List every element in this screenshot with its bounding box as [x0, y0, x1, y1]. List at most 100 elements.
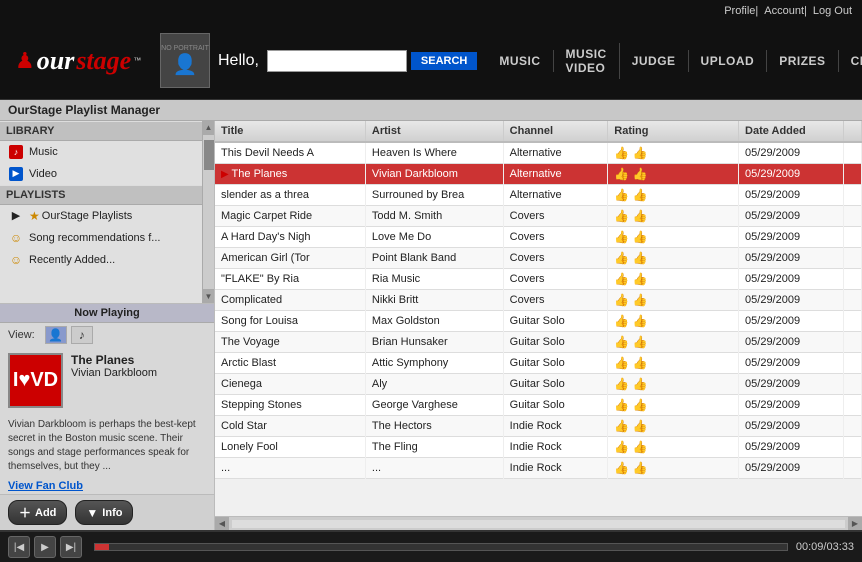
- info-button[interactable]: ▼ Info: [75, 500, 133, 525]
- cell-rating[interactable]: 👍 👍: [608, 352, 739, 373]
- logout-link[interactable]: Log Out: [813, 5, 852, 17]
- play-button[interactable]: ▶: [34, 536, 56, 558]
- now-playing-section: Now Playing View: 👤 ♪ I♥VD The Planes Vi…: [0, 303, 214, 494]
- cell-rating[interactable]: 👍 👍: [608, 373, 739, 394]
- next-button[interactable]: ▶|: [60, 536, 82, 558]
- horizontal-scrollbar[interactable]: ◀ ▶: [215, 516, 862, 530]
- cell-extra: [843, 247, 861, 268]
- col-header-channel[interactable]: Channel: [503, 121, 608, 142]
- rating-icons[interactable]: 👍 👍: [614, 167, 732, 181]
- ourstage-logo[interactable]: ♟ ourstage™: [10, 28, 140, 93]
- view-portrait-btn[interactable]: 👤: [45, 326, 67, 344]
- rating-icons[interactable]: 👍 👍: [614, 146, 732, 160]
- cell-artist: Todd M. Smith: [365, 205, 503, 226]
- sidebar-scrollbar[interactable]: ▲ ▼: [202, 121, 214, 303]
- table-row[interactable]: slender as a threa Surrouned by Brea Alt…: [215, 184, 862, 205]
- cell-date: 05/29/2009: [739, 331, 844, 352]
- cell-rating[interactable]: 👍 👍: [608, 394, 739, 415]
- table-row[interactable]: A Hard Day's Nigh Love Me Do Covers 👍 👍 …: [215, 226, 862, 247]
- rating-icons[interactable]: 👍 👍: [614, 335, 732, 349]
- cell-artist: Max Goldston: [365, 310, 503, 331]
- rating-icons[interactable]: 👍 👍: [614, 398, 732, 412]
- rating-icons[interactable]: 👍 👍: [614, 230, 732, 244]
- cell-rating[interactable]: 👍 👍: [608, 268, 739, 289]
- h-scroll-right[interactable]: ▶: [848, 517, 862, 531]
- cell-rating[interactable]: 👍 👍: [608, 415, 739, 436]
- sidebar-item-music[interactable]: ♪ Music: [0, 141, 202, 163]
- logo-stage: stage: [76, 46, 131, 76]
- table-row[interactable]: Lonely Fool The Fling Indie Rock 👍 👍 05/…: [215, 436, 862, 457]
- account-link[interactable]: Account: [764, 5, 804, 17]
- progress-bar[interactable]: [94, 543, 788, 551]
- table-row[interactable]: The Voyage Brian Hunsaker Guitar Solo 👍 …: [215, 331, 862, 352]
- sidebar-item-recently-added[interactable]: ☺ Recently Added...: [0, 249, 202, 271]
- rating-icons[interactable]: 👍 👍: [614, 188, 732, 202]
- sidebar-item-song-recommendations[interactable]: ☺ Song recommendations f...: [0, 227, 202, 249]
- rating-icons[interactable]: 👍 👍: [614, 272, 732, 286]
- cell-rating[interactable]: 👍 👍: [608, 289, 739, 310]
- sidebar-item-video[interactable]: ▶ Video: [0, 163, 202, 185]
- table-row[interactable]: American Girl (Tor Point Blank Band Cove…: [215, 247, 862, 268]
- h-scroll-left[interactable]: ◀: [215, 517, 229, 531]
- col-header-artist[interactable]: Artist: [365, 121, 503, 142]
- cell-rating[interactable]: 👍 👍: [608, 247, 739, 268]
- table-row[interactable]: ▶ The Planes Vivian Darkbloom Alternativ…: [215, 163, 862, 184]
- rating-icons[interactable]: 👍 👍: [614, 377, 732, 391]
- cell-title: ▶ The Planes: [215, 163, 365, 184]
- col-header-date[interactable]: Date Added: [739, 121, 844, 142]
- table-row[interactable]: Stepping Stones George Varghese Guitar S…: [215, 394, 862, 415]
- cell-extra: [843, 310, 861, 331]
- nav-judge[interactable]: JUDGE: [620, 50, 689, 72]
- sidebar-scroll[interactable]: LIBRARY ♪ Music ▶ Video PLAYLISTS: [0, 121, 202, 303]
- nav-charts[interactable]: CHARTS: [839, 50, 862, 72]
- cell-rating[interactable]: 👍 👍: [608, 142, 739, 164]
- table-row[interactable]: Arctic Blast Attic Symphony Guitar Solo …: [215, 352, 862, 373]
- cell-rating[interactable]: 👍 👍: [608, 226, 739, 247]
- rating-icons[interactable]: 👍 👍: [614, 356, 732, 370]
- rating-icons[interactable]: 👍 👍: [614, 419, 732, 433]
- table-row[interactable]: Cienega Aly Guitar Solo 👍 👍 05/29/2009: [215, 373, 862, 394]
- search-input[interactable]: [267, 50, 407, 72]
- cell-rating[interactable]: 👍 👍: [608, 205, 739, 226]
- cell-rating[interactable]: 👍 👍: [608, 163, 739, 184]
- h-scroll-track[interactable]: [232, 520, 845, 528]
- scroll-thumb[interactable]: [204, 140, 214, 170]
- table-row[interactable]: Song for Louisa Max Goldston Guitar Solo…: [215, 310, 862, 331]
- table-row[interactable]: "FLAKE" By Ria Ria Music Covers 👍 👍 05/2…: [215, 268, 862, 289]
- cell-rating[interactable]: 👍 👍: [608, 331, 739, 352]
- nav-prizes[interactable]: PRIZES: [767, 50, 838, 72]
- cell-rating[interactable]: 👍 👍: [608, 457, 739, 478]
- recently-added-icon: ☺: [8, 252, 24, 268]
- table-container[interactable]: Title Artist Channel Rating Date Added T…: [215, 121, 862, 516]
- add-button[interactable]: ＋ Add: [8, 500, 67, 525]
- rating-icons[interactable]: 👍 👍: [614, 293, 732, 307]
- cell-rating[interactable]: 👍 👍: [608, 310, 739, 331]
- table-row[interactable]: This Devil Needs A Heaven Is Where Alter…: [215, 142, 862, 164]
- sidebar-item-ourstage-playlists[interactable]: ▶ ★ OurStage Playlists: [0, 205, 202, 227]
- cell-rating[interactable]: 👍 👍: [608, 184, 739, 205]
- table-row[interactable]: Cold Star The Hectors Indie Rock 👍 👍 05/…: [215, 415, 862, 436]
- view-music-btn[interactable]: ♪: [71, 326, 93, 344]
- rating-icons[interactable]: 👍 👍: [614, 461, 732, 475]
- scroll-down-arrow[interactable]: ▼: [203, 289, 215, 303]
- col-header-rating[interactable]: Rating: [608, 121, 739, 142]
- cell-channel: Covers: [503, 289, 608, 310]
- profile-link[interactable]: Profile: [724, 5, 755, 17]
- table-row[interactable]: ... ... Indie Rock 👍 👍 05/29/2009: [215, 457, 862, 478]
- prev-button[interactable]: |◀: [8, 536, 30, 558]
- cell-rating[interactable]: 👍 👍: [608, 436, 739, 457]
- table-row[interactable]: Complicated Nikki Britt Covers 👍 👍 05/29…: [215, 289, 862, 310]
- view-fan-club-link[interactable]: View Fan Club: [0, 478, 214, 494]
- rating-icons[interactable]: 👍 👍: [614, 314, 732, 328]
- scroll-up-arrow[interactable]: ▲: [203, 121, 215, 135]
- rating-icons[interactable]: 👍 👍: [614, 251, 732, 265]
- nav-upload[interactable]: UPLOAD: [689, 50, 768, 72]
- rating-icons[interactable]: 👍 👍: [614, 440, 732, 454]
- search-button[interactable]: SEARCH: [411, 52, 477, 70]
- table-row[interactable]: Magic Carpet Ride Todd M. Smith Covers 👍…: [215, 205, 862, 226]
- nav-music-video[interactable]: MUSIC VIDEO: [554, 43, 620, 79]
- cell-extra: [843, 205, 861, 226]
- col-header-title[interactable]: Title: [215, 121, 365, 142]
- nav-music[interactable]: MUSIC: [487, 50, 553, 72]
- rating-icons[interactable]: 👍 👍: [614, 209, 732, 223]
